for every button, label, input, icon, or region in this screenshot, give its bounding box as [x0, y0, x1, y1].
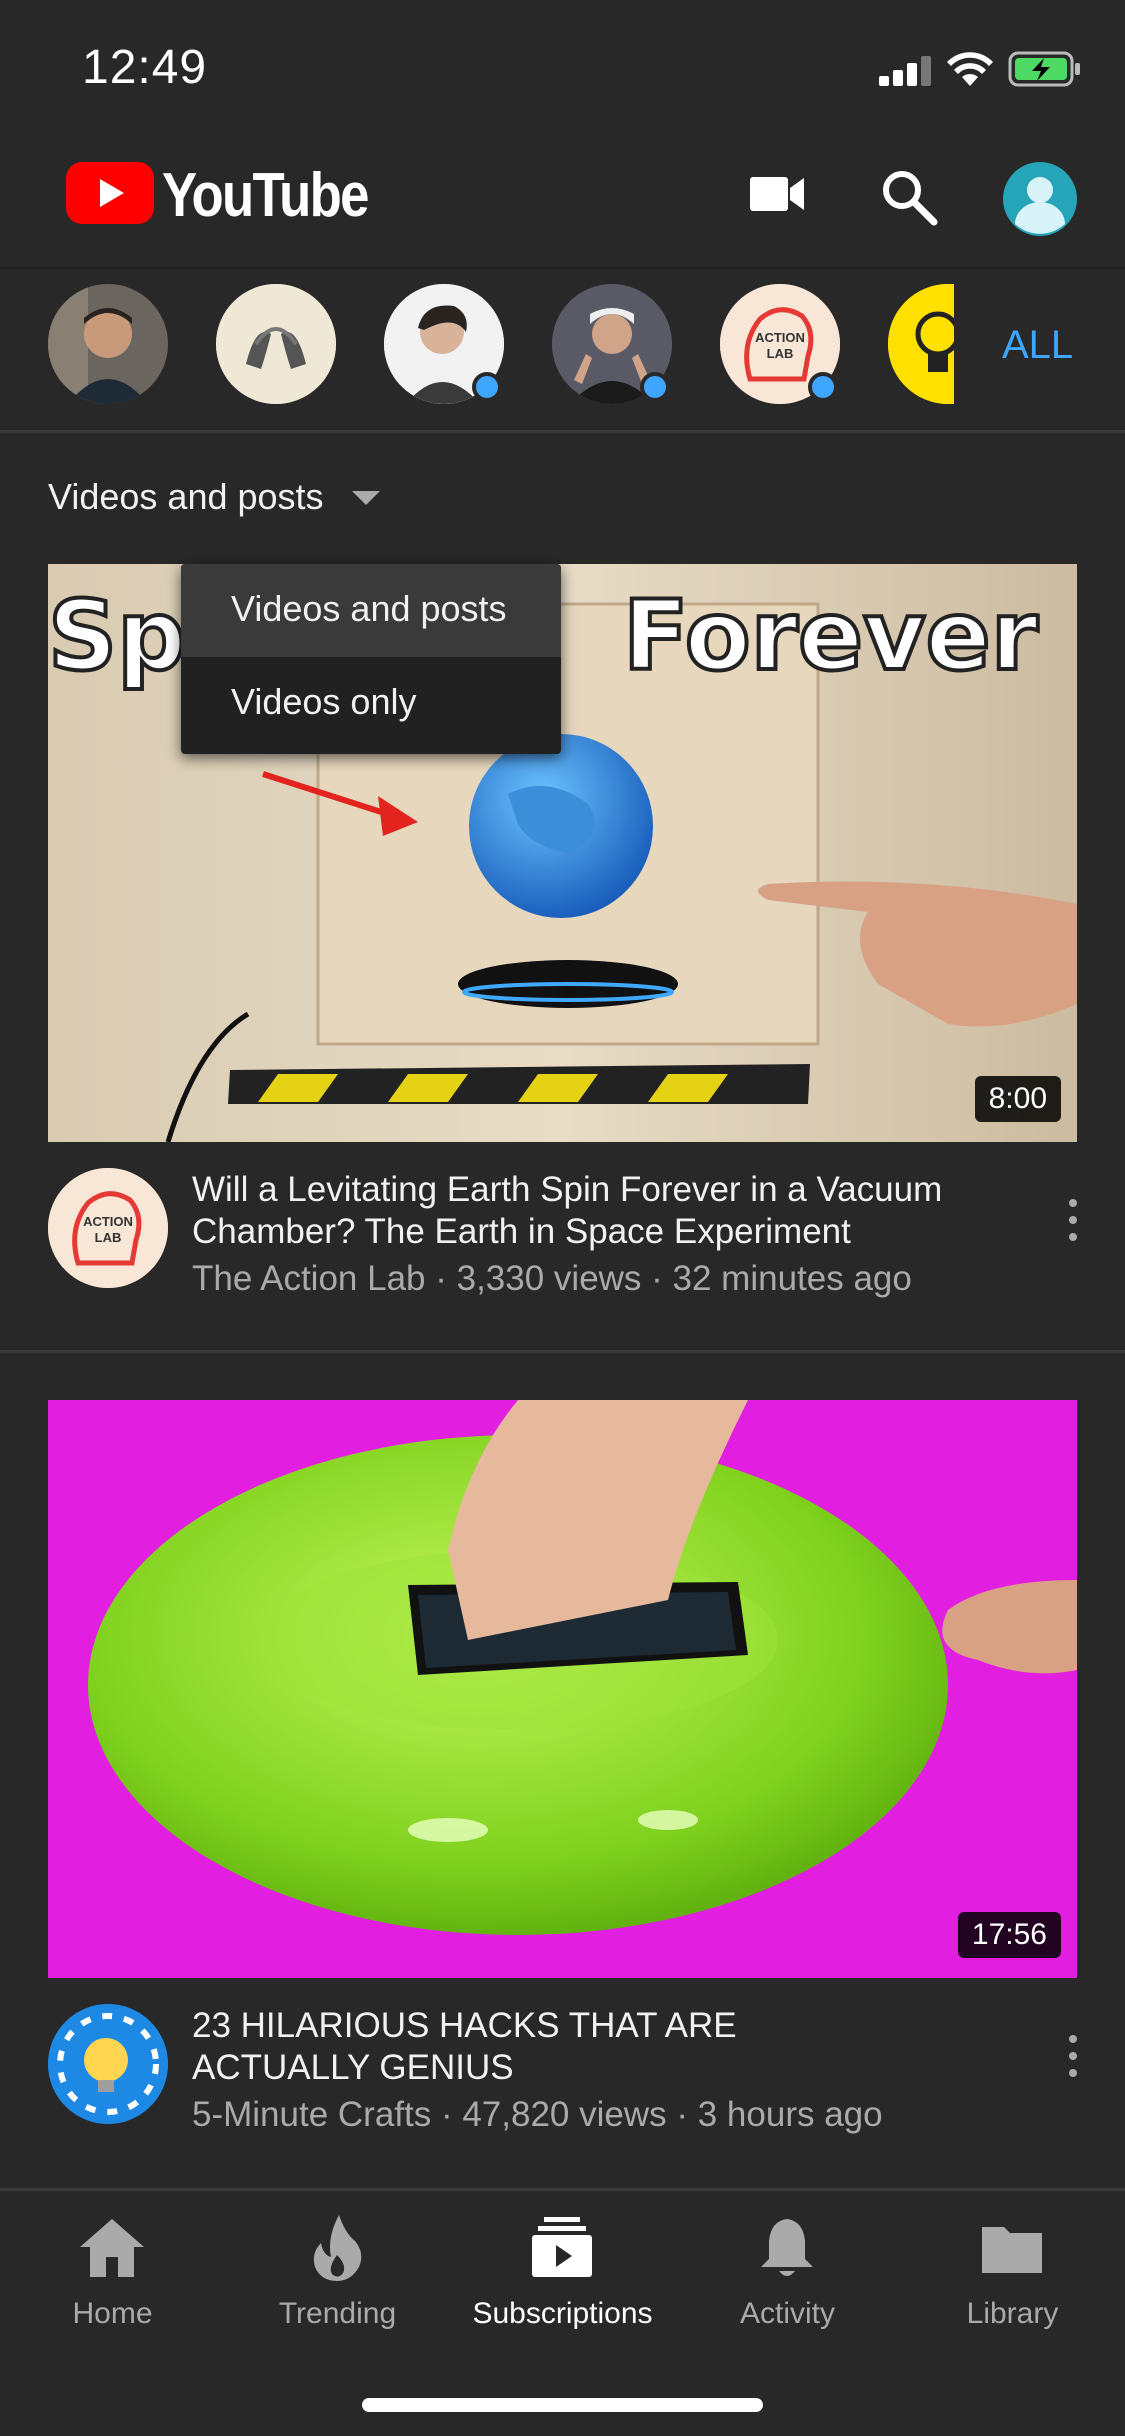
nav-label: Home: [72, 2297, 153, 2330]
cellular-signal-icon: [879, 56, 931, 86]
search-icon[interactable]: [880, 168, 938, 226]
nav-tab-subscriptions[interactable]: Subscriptions: [450, 2191, 675, 2341]
nav-label: Activity: [739, 2297, 835, 2330]
nav-label: Subscriptions: [472, 2297, 653, 2330]
status-time: 12:49: [82, 41, 208, 94]
nav-label: Trending: [278, 2297, 397, 2330]
new-content-dot: [808, 372, 838, 402]
video-metadata: The Action Lab · 3,330 views · 32 minute…: [192, 1259, 912, 1298]
channel-avatar[interactable]: [216, 284, 336, 404]
thumbnail-text-left: Sp: [48, 580, 186, 692]
channel-avatar[interactable]: [48, 2004, 168, 2124]
video-duration-badge: 17:56: [957, 1912, 1061, 1958]
home-icon: [80, 2219, 144, 2277]
filter-dropdown-menu: Videos and posts Videos only: [181, 564, 561, 754]
youtube-logo-icon[interactable]: [66, 162, 154, 224]
new-content-dot: [640, 372, 670, 402]
account-avatar-icon[interactable]: [1003, 162, 1077, 236]
nav-tab-trending[interactable]: Trending: [225, 2191, 450, 2341]
flame-icon: [313, 2215, 362, 2281]
svg-text:ACTION: ACTION: [755, 330, 805, 345]
channel-avatar[interactable]: ACTION LAB: [48, 1168, 168, 1288]
nav-tab-home[interactable]: Home: [0, 2191, 225, 2341]
all-channels-link[interactable]: ALL: [1002, 323, 1073, 368]
filter-option-label: Videos only: [231, 681, 417, 722]
new-content-dot: [472, 372, 502, 402]
channel-avatar[interactable]: [48, 284, 168, 404]
folder-icon: [982, 2227, 1042, 2273]
video-duration-badge: 8:00: [974, 1076, 1061, 1122]
more-options-icon[interactable]: [1069, 2035, 1079, 2086]
nav-label: Library: [966, 2297, 1059, 2330]
video-metadata: 5-Minute Crafts · 47,820 views · 3 hours…: [192, 2095, 883, 2134]
video-thumbnail[interactable]: 17:56: [48, 1400, 1077, 1978]
video-title[interactable]: 23 HILARIOUS HACKS THAT ARE ACTUALLY GEN…: [192, 2005, 792, 2089]
filter-option-videos-and-posts[interactable]: Videos and posts: [181, 564, 561, 657]
nav-tab-library[interactable]: Library: [900, 2191, 1125, 2341]
thumbnail-text-right: Forever: [623, 580, 1039, 692]
camera-icon[interactable]: [748, 173, 806, 215]
wifi-icon: [947, 52, 993, 86]
subscriptions-icon: [532, 2217, 592, 2277]
video-title[interactable]: Will a Levitating Earth Spin Forever in …: [192, 1169, 972, 1253]
content-filter-select[interactable]: Videos and posts: [48, 476, 324, 518]
chevron-down-icon[interactable]: [352, 491, 380, 505]
svg-text:LAB: LAB: [767, 346, 794, 361]
filter-option-videos-only[interactable]: Videos only: [181, 657, 561, 750]
divider: [0, 1350, 1125, 1353]
more-options-icon[interactable]: [1069, 1199, 1079, 1250]
filter-option-label: Videos and posts: [231, 588, 507, 629]
bell-icon: [761, 2219, 813, 2276]
svg-text:ACTION: ACTION: [83, 1214, 133, 1229]
home-indicator: [362, 2398, 763, 2412]
nav-tab-activity[interactable]: Activity: [675, 2191, 900, 2341]
battery-charging-icon: [1008, 51, 1080, 87]
svg-text:LAB: LAB: [95, 1230, 122, 1245]
brand-wordmark[interactable]: YouTube: [162, 160, 369, 231]
